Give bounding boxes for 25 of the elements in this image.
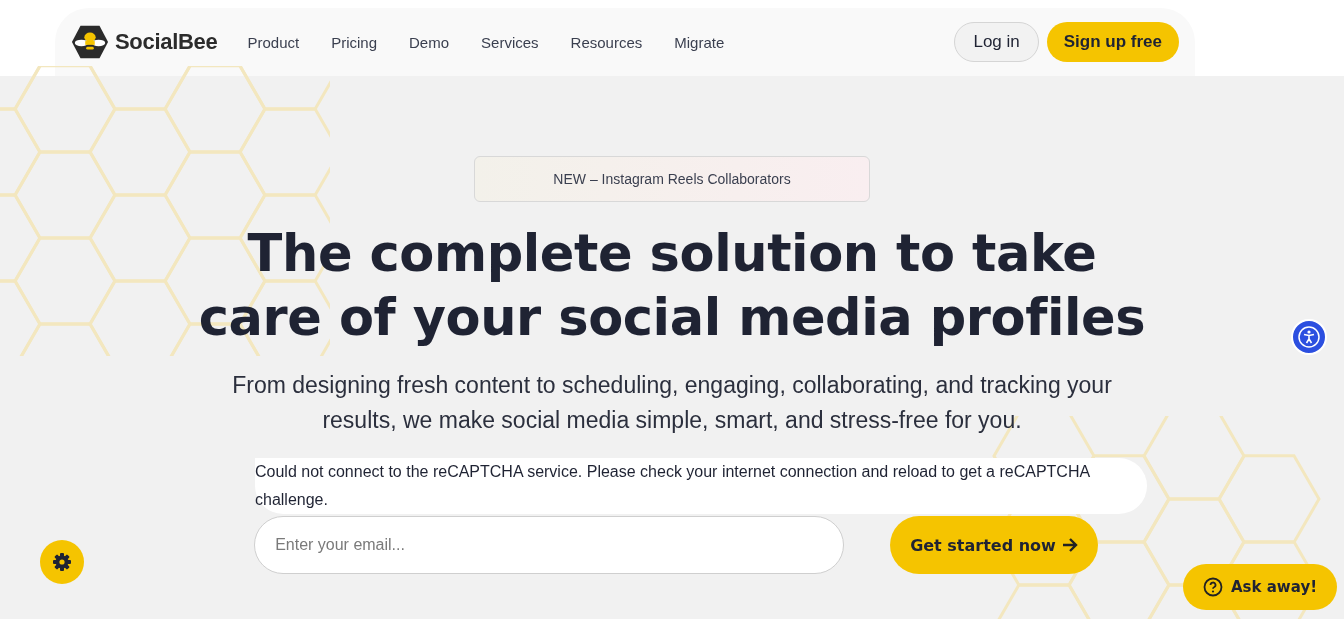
hero-subtitle: results, we make social media simple, smart, and stress-free for you. <box>322 406 1022 435</box>
bee-logo-icon <box>71 23 109 61</box>
settings-icon <box>52 552 72 572</box>
hero-title: The complete solution to take <box>247 223 1097 285</box>
nav-link[interactable]: Services <box>481 33 539 51</box>
nav-link[interactable]: Migrate <box>674 33 725 51</box>
email-input-field[interactable]: Enter your email... <box>254 516 845 574</box>
login-button[interactable]: Log in <box>954 22 1039 62</box>
hero-title: care of your social media profiles <box>198 287 1146 349</box>
settings-button[interactable] <box>40 540 84 584</box>
signup-button[interactable]: Sign up free <box>1046 22 1179 62</box>
hero-subtitle: From designing fresh content to scheduling, engaging, collaborating, and tracking your <box>232 371 1112 400</box>
nav-link[interactable]: Product <box>247 33 300 51</box>
arrow-right-icon <box>1061 538 1078 552</box>
brand-name[interactable]: SocialBee <box>115 29 218 55</box>
get-started-button[interactable]: Get started now <box>890 516 1098 574</box>
chat-button[interactable]: Ask away! <box>1183 564 1337 610</box>
announcement-banner[interactable]: NEW – Instagram Reels Collaborators <box>474 156 870 202</box>
accessibility-button[interactable] <box>1291 319 1327 355</box>
nav-link[interactable]: Demo <box>409 33 450 51</box>
help-icon <box>1203 577 1223 597</box>
nav-link[interactable]: Pricing <box>331 33 378 51</box>
accessibility-icon <box>1298 326 1320 348</box>
nav-link[interactable]: Resources <box>570 33 643 51</box>
recaptcha-error-message: Could not connect to the reCAPTCHA service. Please check your internet connection and reload to get a reCAPTCHA challenge. <box>255 458 1147 514</box>
